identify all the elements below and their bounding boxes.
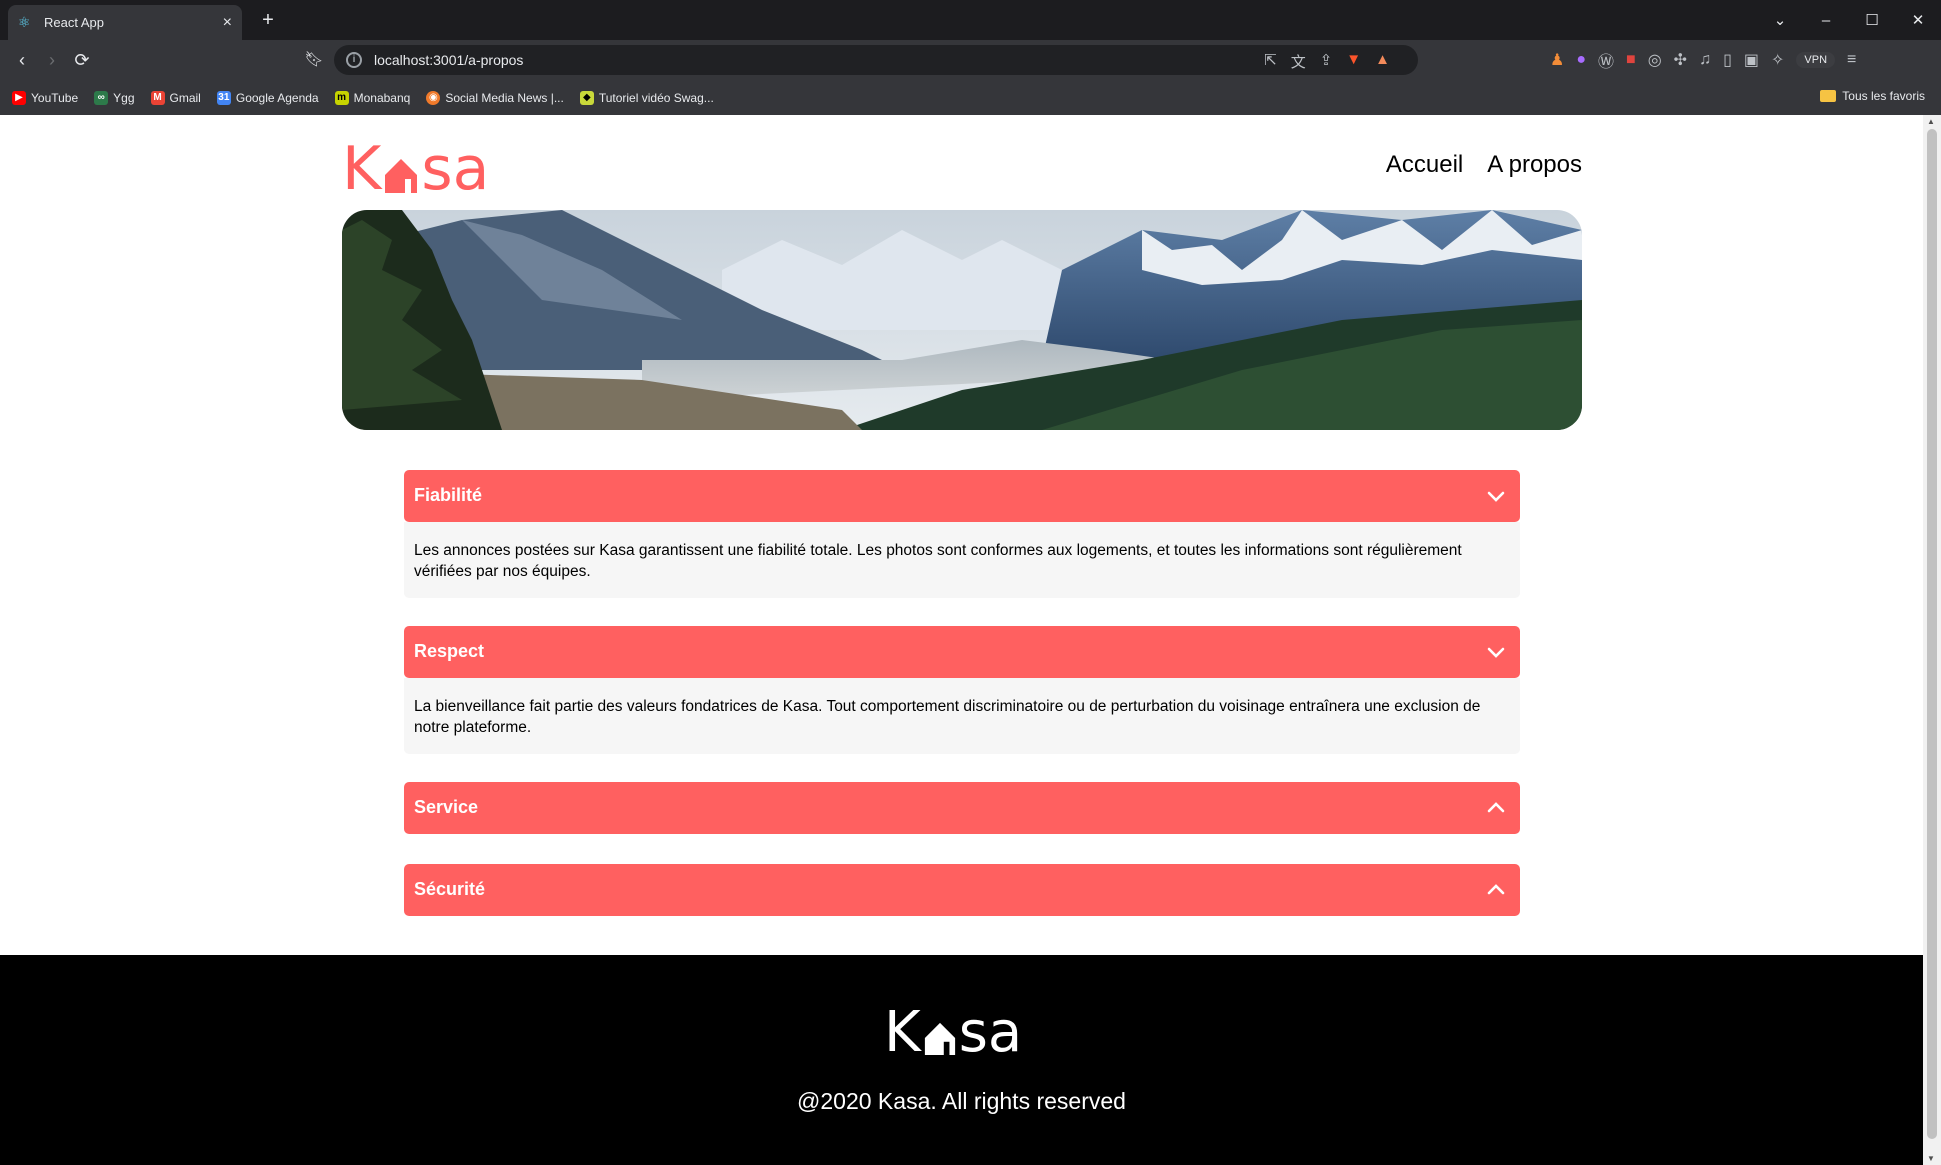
chevron-down-icon[interactable]: [1486, 486, 1506, 506]
kasa-logo[interactable]: K sa: [342, 134, 490, 204]
react-favicon-icon: ⚛: [18, 14, 31, 30]
media-icon[interactable]: ♫: [1699, 51, 1711, 69]
extension-icon[interactable]: ●: [1576, 51, 1586, 69]
main-nav: Accueil A propos: [1386, 151, 1582, 179]
scroll-down-icon[interactable]: ▼: [1927, 1154, 1935, 1163]
vpn-button[interactable]: VPN: [1796, 52, 1836, 68]
about-banner-image: [342, 210, 1582, 430]
all-bookmarks-folder[interactable]: Tous les favoris: [1820, 89, 1925, 103]
accordion-header-service[interactable]: Service: [404, 782, 1520, 834]
house-icon: [924, 1022, 955, 1055]
nav-link-a-propos[interactable]: A propos: [1487, 151, 1582, 179]
forward-button[interactable]: ›: [40, 48, 64, 72]
tab-search-icon[interactable]: ⌄: [1757, 11, 1803, 29]
extension-w-icon[interactable]: Ⓦ: [1598, 48, 1614, 72]
scrollbar-thumb[interactable]: [1927, 129, 1937, 1139]
bookmark-gmail[interactable]: M Gmail: [150, 90, 201, 105]
tutoriel-icon: ◆: [579, 90, 594, 105]
nav-link-accueil[interactable]: Accueil: [1386, 151, 1463, 179]
menu-icon[interactable]: ≡: [1847, 51, 1856, 69]
bookmark-monabanq[interactable]: m Monabanq: [334, 90, 410, 105]
extensions-bar: ♟ ● Ⓦ ■ ◎ ✣ ♫ ▯ ▣ ✧ VPN ≡: [1550, 48, 1856, 72]
site-header: K sa Accueil A propos: [342, 134, 1582, 204]
logo-letter-k: K: [884, 1000, 921, 1065]
chevron-up-icon[interactable]: [1486, 880, 1506, 900]
tab-title: React App: [44, 15, 104, 30]
window-controls: ⌄ – ☐ ✕: [1757, 0, 1941, 40]
bookmark-ygg[interactable]: ∞ Ygg: [94, 90, 135, 105]
sidebar-icon[interactable]: ▯: [1723, 50, 1732, 70]
open-external-icon[interactable]: ⇱: [1264, 51, 1277, 72]
bookmark-tutoriel-video[interactable]: ◆ Tutoriel vidéo Swag...: [579, 90, 714, 105]
chevron-up-icon[interactable]: [1486, 798, 1506, 818]
brave-rewards-icon[interactable]: ▲: [1375, 51, 1390, 72]
accordion-securite: Sécurité: [404, 864, 1520, 916]
bookmark-youtube[interactable]: ▶ YouTube: [12, 90, 78, 105]
accordion-title: Respect: [414, 641, 485, 661]
monabanq-icon: m: [334, 90, 349, 105]
logo-letters-sa: sa: [958, 1000, 1023, 1065]
site-info-icon[interactable]: i: [346, 52, 362, 68]
page-scrollbar[interactable]: ▲ ▼: [1923, 115, 1941, 1165]
accordion-respect: Respect La bienveillance fait partie des…: [404, 626, 1520, 754]
url-text[interactable]: localhost:3001/a-propos: [374, 52, 523, 68]
chevron-down-icon[interactable]: [1486, 642, 1506, 662]
new-tab-button[interactable]: +: [254, 6, 282, 34]
accordion-service: Service: [404, 782, 1520, 834]
logo-letter-k: K: [342, 134, 382, 204]
scroll-up-icon[interactable]: ▲: [1927, 117, 1935, 126]
accordion-content-fiabilite: Les annonces postées sur Kasa garantisse…: [404, 522, 1520, 598]
accordion-fiabilite: Fiabilité Les annonces postées sur Kasa …: [404, 470, 1520, 598]
logo-letters-sa: sa: [421, 134, 490, 204]
bookmark-social-media-news[interactable]: ◉ Social Media News |...: [426, 90, 564, 105]
close-window-button[interactable]: ✕: [1895, 11, 1941, 29]
accordion-header-securite[interactable]: Sécurité: [404, 864, 1520, 916]
bookmarks-bar: ▶ YouTube ∞ Ygg M Gmail 31 Google Agenda m Mo…: [0, 80, 1941, 115]
minimize-button[interactable]: –: [1803, 12, 1849, 29]
accordion-title: Fiabilité: [414, 485, 483, 505]
brave-shields-icon[interactable]: ▼: [1346, 51, 1361, 72]
footer-logo: K sa: [884, 1000, 1023, 1065]
accordion-header-fiabilite[interactable]: Fiabilité: [404, 470, 1520, 522]
copyright-text: @2020 Kasa. All rights reserved: [797, 1088, 1126, 1114]
extension-icon[interactable]: ◎: [1648, 50, 1662, 70]
address-bar-actions: ⇱ 文 ⇪ ▼ ▲: [1264, 51, 1390, 72]
calendar-icon: 31: [216, 90, 231, 105]
bookmark-page-icon[interactable]: 🔖︎: [302, 48, 326, 72]
tab-strip: ⚛ React App × + ⌄ – ☐ ✕: [0, 0, 1941, 40]
accordion-title: Service: [414, 797, 479, 817]
maximize-button[interactable]: ☐: [1849, 11, 1895, 29]
reload-button[interactable]: ⟳: [70, 48, 94, 72]
youtube-icon: ▶: [12, 90, 26, 105]
extension-icon[interactable]: ■: [1626, 51, 1636, 69]
house-icon: [385, 159, 418, 193]
site-footer: K sa @2020 Kasa. All rights reserved: [0, 955, 1923, 1165]
social-media-icon: ◉: [426, 90, 441, 105]
browser-tab[interactable]: ⚛ React App ×: [8, 5, 242, 40]
back-button[interactable]: ‹: [10, 48, 34, 72]
address-bar[interactable]: i localhost:3001/a-propos ⇱ 文 ⇪ ▼ ▲: [334, 45, 1418, 75]
extension-icon[interactable]: ♟: [1550, 50, 1564, 70]
folder-icon: [1820, 90, 1837, 102]
share-icon[interactable]: ⇪: [1320, 51, 1333, 72]
puzzle-icon[interactable]: ✣: [1674, 50, 1687, 70]
bookmark-google-agenda[interactable]: 31 Google Agenda: [216, 90, 319, 105]
translate-icon[interactable]: 文: [1291, 51, 1306, 72]
wallet-icon[interactable]: ▣: [1744, 50, 1759, 70]
accordion-content-respect: La bienveillance fait partie des valeurs…: [404, 678, 1520, 754]
accordion-title: Sécurité: [414, 879, 486, 899]
ygg-icon: ∞: [94, 90, 109, 105]
leo-ai-icon[interactable]: ✧: [1771, 50, 1784, 70]
gmail-icon: M: [150, 90, 165, 105]
page-viewport: K sa Accueil A propos Fiabilité Les anno…: [0, 115, 1923, 1165]
accordion-header-respect[interactable]: Respect: [404, 626, 1520, 678]
close-tab-icon[interactable]: ×: [223, 14, 232, 32]
